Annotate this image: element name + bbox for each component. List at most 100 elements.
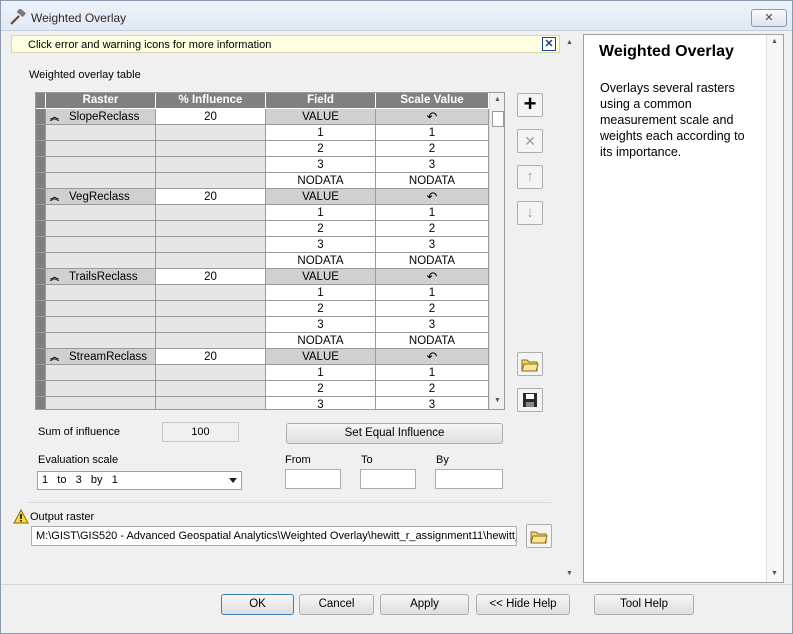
row-selector[interactable]	[36, 173, 46, 189]
table-row[interactable]: 33	[36, 157, 489, 173]
tool-help-button[interactable]: Tool Help	[594, 594, 694, 615]
field-header-cell[interactable]: VALUE	[266, 349, 376, 365]
row-selector[interactable]	[36, 301, 46, 317]
table-row[interactable]: 11	[36, 205, 489, 221]
raster-group-row[interactable]: ︽ SlopeReclass 20 VALUE ↶	[36, 109, 489, 125]
scale-value-cell[interactable]: 2	[376, 221, 489, 237]
table-row[interactable]: 22	[36, 141, 489, 157]
evaluation-scale-select[interactable]: 1 to 3 by 1	[37, 471, 242, 490]
raster-group-row[interactable]: ︽ TrailsReclass 20 VALUE ↶	[36, 269, 489, 285]
table-scroll-thumb[interactable]	[492, 111, 504, 127]
restricted-icon[interactable]: ↶	[376, 349, 489, 365]
help-scroll-down-icon[interactable]: ▼	[771, 570, 778, 577]
by-input[interactable]	[435, 469, 503, 489]
row-selector[interactable]	[36, 381, 46, 397]
ok-button[interactable]: OK	[221, 594, 294, 615]
raster-cell[interactable]: ︽ VegReclass	[46, 189, 156, 205]
save-remap-table-button[interactable]	[517, 388, 543, 412]
row-selector[interactable]	[36, 109, 46, 125]
table-row[interactable]: 22	[36, 301, 489, 317]
influence-cell[interactable]: 20	[156, 109, 266, 125]
table-row[interactable]: NODATA NODATA	[36, 173, 489, 189]
scale-value-cell[interactable]: 2	[376, 141, 489, 157]
scale-value-cell[interactable]: 1	[376, 365, 489, 381]
help-scrollbar[interactable]: ▲ ▼	[766, 35, 783, 582]
raster-group-row[interactable]: ︽ VegReclass 20 VALUE ↶	[36, 189, 489, 205]
hide-help-button[interactable]: << Hide Help	[476, 594, 570, 615]
apply-button[interactable]: Apply	[380, 594, 469, 615]
table-row[interactable]: 11	[36, 285, 489, 301]
scale-value-cell[interactable]: 1	[376, 205, 489, 221]
raster-cell[interactable]: ︽ SlopeReclass	[46, 109, 156, 125]
weighted-overlay-table[interactable]: Raster % Influence Field Scale Value ︽ Sl…	[35, 92, 505, 410]
table-row[interactable]: 33	[36, 397, 489, 409]
add-raster-button[interactable]: +	[517, 93, 543, 117]
scale-value-cell[interactable]: 1	[376, 285, 489, 301]
scale-value-cell[interactable]: 2	[376, 301, 489, 317]
raster-cell[interactable]: ︽ StreamReclass	[46, 349, 156, 365]
table-row[interactable]: NODATA NODATA	[36, 253, 489, 269]
field-header-cell[interactable]: VALUE	[266, 189, 376, 205]
table-scroll-down-icon[interactable]: ▼	[494, 397, 501, 404]
scale-value-cell[interactable]: 3	[376, 157, 489, 173]
column-header-influence[interactable]: % Influence	[156, 93, 266, 108]
scale-value-cell[interactable]: 2	[376, 381, 489, 397]
row-selector[interactable]	[36, 269, 46, 285]
table-scrollbar[interactable]: ▲ ▼	[489, 93, 504, 409]
influence-cell[interactable]: 20	[156, 189, 266, 205]
warning-icon[interactable]	[13, 509, 29, 524]
row-selector[interactable]	[36, 253, 46, 269]
move-up-button[interactable]: ↑	[517, 165, 543, 189]
open-remap-table-button[interactable]	[517, 352, 543, 376]
scale-value-cell[interactable]: 3	[376, 397, 489, 409]
row-selector[interactable]	[36, 125, 46, 141]
row-selector[interactable]	[36, 189, 46, 205]
cancel-button[interactable]: Cancel	[299, 594, 374, 615]
row-selector[interactable]	[36, 221, 46, 237]
row-selector[interactable]	[36, 157, 46, 173]
from-input[interactable]	[285, 469, 341, 489]
scale-value-cell[interactable]: NODATA	[376, 173, 489, 189]
row-selector[interactable]	[36, 205, 46, 221]
field-header-cell[interactable]: VALUE	[266, 269, 376, 285]
scale-value-cell[interactable]: 3	[376, 237, 489, 253]
scale-value-cell[interactable]: NODATA	[376, 253, 489, 269]
column-header-scale-value[interactable]: Scale Value	[376, 93, 489, 108]
restricted-icon[interactable]: ↶	[376, 109, 489, 125]
collapse-chevron-icon[interactable]: ︽	[50, 272, 59, 282]
row-selector[interactable]	[36, 397, 46, 409]
browse-output-button[interactable]	[526, 524, 552, 548]
table-row[interactable]: NODATA NODATA	[36, 333, 489, 349]
table-row[interactable]: 33	[36, 317, 489, 333]
row-selector[interactable]	[36, 365, 46, 381]
scale-value-cell[interactable]: NODATA	[376, 333, 489, 349]
table-scroll-up-icon[interactable]: ▲	[494, 96, 501, 103]
table-row[interactable]: 22	[36, 381, 489, 397]
row-selector[interactable]	[36, 237, 46, 253]
scale-value-cell[interactable]: 1	[376, 125, 489, 141]
window-close-button[interactable]: ✕	[751, 9, 787, 27]
table-row[interactable]: 11	[36, 125, 489, 141]
raster-cell[interactable]: ︽ TrailsReclass	[46, 269, 156, 285]
field-header-cell[interactable]: VALUE	[266, 109, 376, 125]
column-header-field[interactable]: Field	[266, 93, 376, 108]
to-input[interactable]	[360, 469, 416, 489]
left-pane-scrollbar[interactable]: ▲ ▼	[564, 35, 578, 583]
scale-value-cell[interactable]: 3	[376, 317, 489, 333]
table-row[interactable]: 11	[36, 365, 489, 381]
scroll-down-icon[interactable]: ▼	[566, 570, 573, 577]
collapse-chevron-icon[interactable]: ︽	[50, 192, 59, 202]
row-selector[interactable]	[36, 141, 46, 157]
influence-cell[interactable]: 20	[156, 269, 266, 285]
scroll-up-icon[interactable]: ▲	[566, 39, 573, 46]
output-raster-input[interactable]: M:\GIST\GIS520 - Advanced Geospatial Ana…	[31, 526, 517, 546]
move-down-button[interactable]: ↓	[517, 201, 543, 225]
restricted-icon[interactable]: ↶	[376, 189, 489, 205]
restricted-icon[interactable]: ↶	[376, 269, 489, 285]
table-row[interactable]: 22	[36, 221, 489, 237]
raster-group-row[interactable]: ︽ StreamReclass 20 VALUE ↶	[36, 349, 489, 365]
influence-cell[interactable]: 20	[156, 349, 266, 365]
row-selector[interactable]	[36, 285, 46, 301]
table-row[interactable]: 33	[36, 237, 489, 253]
set-equal-influence-button[interactable]: Set Equal Influence	[286, 423, 503, 444]
